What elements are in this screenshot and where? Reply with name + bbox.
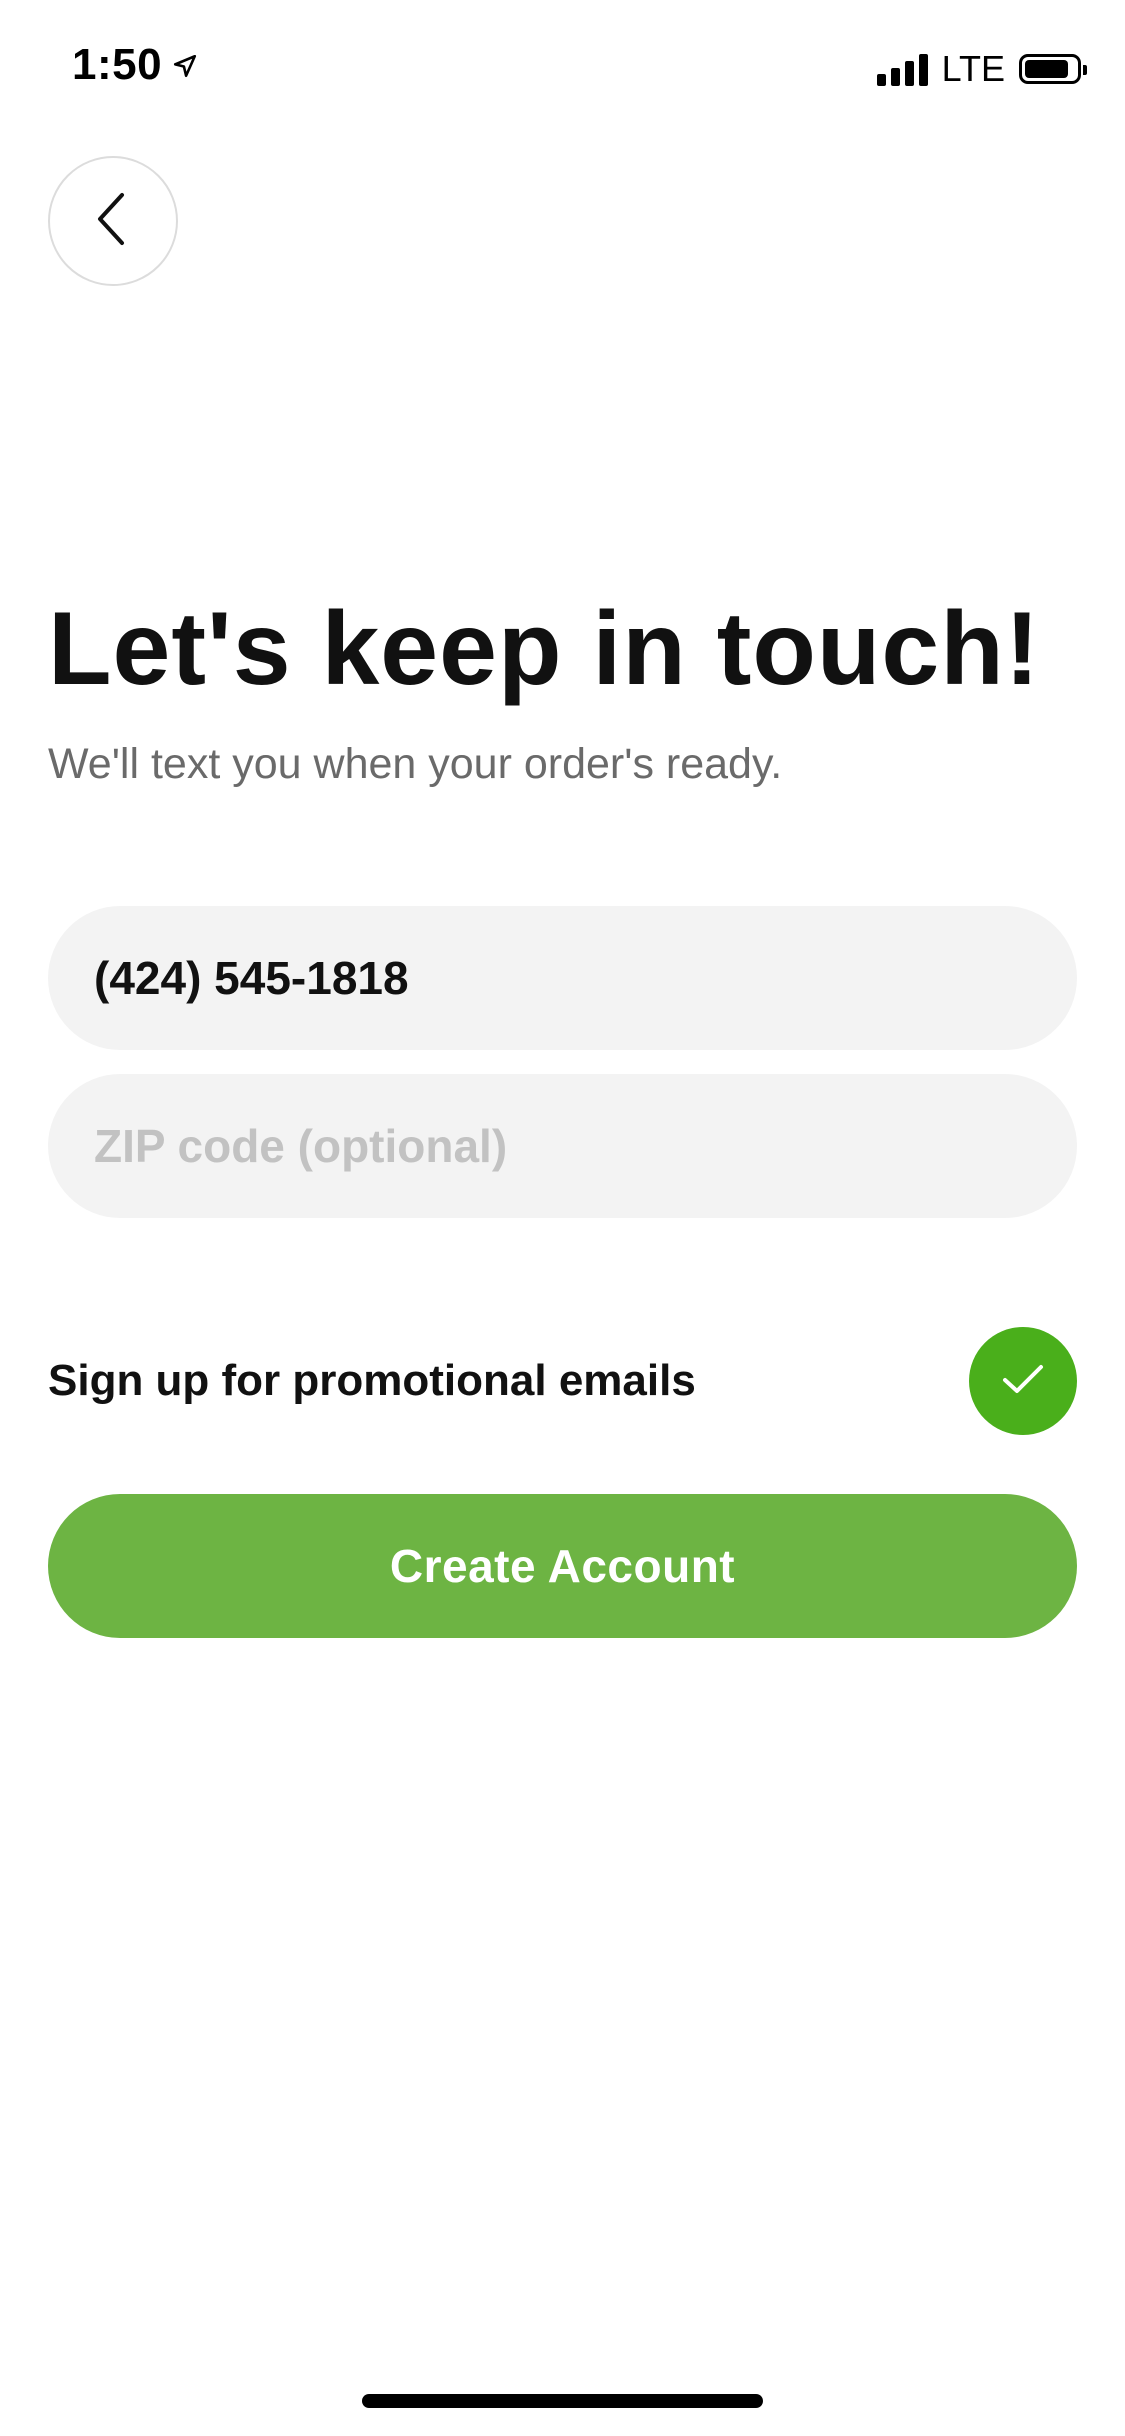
promo-email-checkbox[interactable] <box>969 1327 1077 1435</box>
phone-field-container <box>48 906 1077 1050</box>
promo-email-row: Sign up for promotional emails <box>48 1326 1077 1436</box>
phone-field[interactable] <box>94 951 1031 1005</box>
create-account-button[interactable]: Create Account <box>48 1494 1077 1638</box>
chevron-left-icon <box>88 189 138 254</box>
home-indicator[interactable] <box>362 2394 763 2408</box>
network-label: LTE <box>941 48 1005 89</box>
battery-icon <box>1019 54 1087 84</box>
zip-field[interactable] <box>94 1119 1031 1173</box>
checkmark-icon <box>999 1359 1047 1404</box>
status-time: 1:50 <box>72 40 198 90</box>
location-arrow-icon <box>172 40 198 90</box>
signal-icon <box>876 52 928 86</box>
page-subtitle: We'll text you when your order's ready. <box>48 740 783 788</box>
status-time-text: 1:50 <box>72 40 163 89</box>
zip-field-container <box>48 1074 1077 1218</box>
status-bar: 1:50 LTE <box>0 0 1125 135</box>
promo-email-label: Sign up for promotional emails <box>48 1356 696 1405</box>
back-button[interactable] <box>48 156 178 286</box>
page-title: Let's keep in touch! <box>48 591 1041 707</box>
status-indicators: LTE <box>876 48 1087 90</box>
